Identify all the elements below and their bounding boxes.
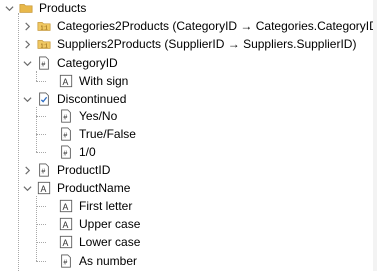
svg-text:A: A [63, 77, 69, 87]
tree-node-suppliers2products[interactable]: 1:1 Suppliers2Products (SupplierID → Sup… [22, 35, 356, 53]
numeric-field-icon: # [58, 253, 74, 269]
tree-guide-h [36, 134, 46, 135]
numeric-field-icon: # [36, 162, 52, 178]
tree-leaf-first-letter[interactable]: A First letter [46, 197, 132, 215]
svg-text:1:1: 1:1 [41, 26, 48, 32]
tree-guide-root [18, 13, 19, 271]
tree-leaf-as-number[interactable]: # As number [46, 252, 137, 270]
svg-text:A: A [63, 202, 69, 212]
relation-icon: 1:1 [36, 36, 52, 52]
svg-text:#: # [41, 169, 45, 176]
chevron-right-icon[interactable] [22, 21, 32, 31]
tree-leaf-with-sign[interactable]: A With sign [46, 72, 128, 90]
chevron-right-icon[interactable] [22, 165, 32, 175]
numeric-field-icon: # [58, 144, 74, 160]
tree-guide-h [36, 81, 46, 82]
text-field-icon: A [58, 234, 74, 250]
tree-node-productname[interactable]: A ProductName [22, 179, 130, 197]
chevron-down-icon[interactable] [22, 58, 32, 68]
svg-text:A: A [63, 238, 69, 248]
svg-text:A: A [41, 184, 47, 194]
tree-guide-h [36, 261, 46, 262]
numeric-field-icon: # [36, 55, 52, 71]
tree-node-label: Upper case [79, 217, 141, 231]
svg-text:A: A [63, 220, 69, 230]
tree-leaf-true-false[interactable]: # True/False [46, 125, 136, 143]
relation-icon: 1:1 [36, 18, 52, 34]
tree-guide-discontinued [36, 107, 37, 152]
tree-guide-h [36, 206, 46, 207]
chevron-down-icon[interactable] [22, 94, 32, 104]
tree-node-productid[interactable]: # ProductID [22, 161, 110, 179]
tree-node-label: 1/0 [79, 145, 96, 159]
chevron-down-icon[interactable] [4, 3, 14, 13]
tree-guide-h [36, 116, 46, 117]
svg-text:1:1: 1:1 [41, 44, 48, 50]
tree-leaf-yes-no[interactable]: # Yes/No [46, 107, 117, 125]
svg-text:#: # [63, 115, 67, 122]
tree-node-categories2products[interactable]: 1:1 Categories2Products (CategoryID → Ca… [22, 17, 377, 35]
folder-icon [18, 0, 34, 16]
tree-guide-h [36, 242, 46, 243]
chevron-right-icon[interactable] [22, 39, 32, 49]
tree-node-label: First letter [79, 199, 133, 213]
tree-guide-h [36, 152, 46, 153]
tree-node-label: Products [39, 1, 87, 15]
tree-node-label: True/False [79, 127, 136, 141]
vertical-scrollbar[interactable] [373, 0, 377, 271]
field-tree: Products 1:1 Categories2Products (Catego… [0, 0, 377, 271]
text-field-icon: A [58, 73, 74, 89]
tree-node-label: ProductID [57, 163, 111, 177]
tree-node-label: Suppliers2Products (SupplierID → Supplie… [57, 37, 357, 51]
tree-node-label: As number [79, 254, 138, 268]
tree-node-discontinued[interactable]: Discontinued [22, 90, 126, 108]
text-field-icon: A [58, 216, 74, 232]
boolean-field-icon [36, 91, 52, 107]
tree-node-label: CategoryID [57, 56, 118, 70]
numeric-field-icon: # [58, 108, 74, 124]
tree-node-label: Lower case [79, 235, 141, 249]
tree-node-label: ProductName [57, 181, 131, 195]
svg-text:#: # [63, 151, 67, 158]
tree-guide-h [36, 224, 46, 225]
tree-node-label: Yes/No [79, 109, 118, 123]
tree-leaf-1-0[interactable]: # 1/0 [46, 143, 96, 161]
tree-node-categoryid[interactable]: # CategoryID [22, 54, 118, 72]
svg-text:#: # [63, 133, 67, 140]
numeric-field-icon: # [58, 126, 74, 142]
tree-node-label: Discontinued [57, 92, 127, 106]
text-field-icon: A [58, 198, 74, 214]
tree-guide-categoryid [36, 71, 37, 81]
svg-text:#: # [41, 62, 45, 69]
text-field-icon: A [36, 180, 52, 196]
tree-node-label: Categories2Products (CategoryID → Catego… [57, 19, 377, 33]
tree-leaf-lower-case[interactable]: A Lower case [46, 233, 140, 251]
tree-leaf-upper-case[interactable]: A Upper case [46, 215, 140, 233]
chevron-down-icon[interactable] [22, 183, 32, 193]
tree-node-label: With sign [79, 74, 129, 88]
svg-text:#: # [63, 260, 67, 267]
tree-node-products[interactable]: Products [4, 0, 86, 17]
